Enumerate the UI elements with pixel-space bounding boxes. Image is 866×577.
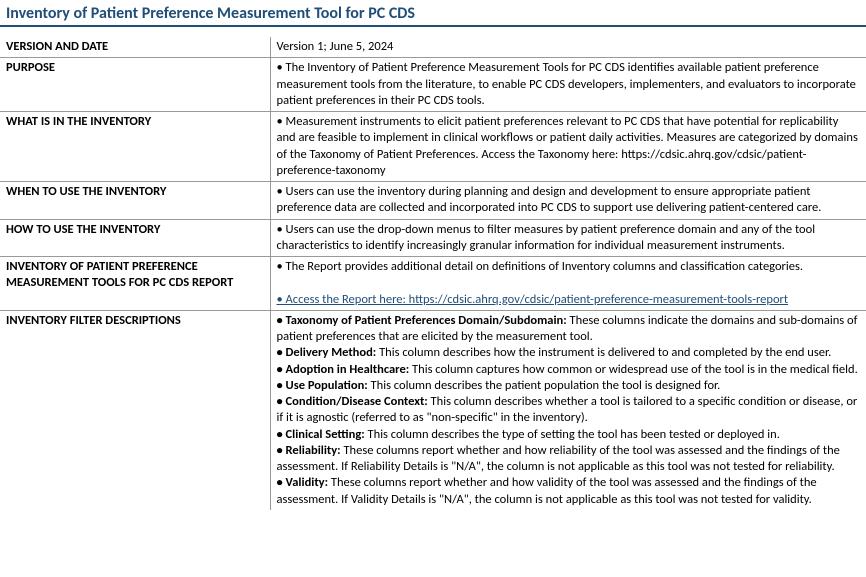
filter-item-clinical: • Clinical Setting: This column describe… [277,427,861,443]
bullet-text: • Users can use the inventory during pla… [277,184,822,215]
row-value-filters: • Taxonomy of Patient Preferences Domain… [270,310,866,510]
filter-item-taxonomy: • Taxonomy of Patient Preferences Domain… [277,313,861,346]
filter-term: • Taxonomy of Patient Preferences Domain… [277,313,567,328]
filter-term: • Reliability: [277,443,341,458]
row-label-how: HOW TO USE THE INVENTORY [0,219,270,257]
filter-item-delivery: • Delivery Method: This column describes… [277,345,861,361]
filter-term: • Clinical Setting: [277,427,365,442]
row-value-when: • Users can use the inventory during pla… [270,182,866,220]
filter-term: • Validity: [277,475,329,490]
page-title: Inventory of Patient Preference Measurem… [0,0,866,27]
document-table: VERSION AND DATE Version 1; June 5, 2024… [0,37,866,510]
filter-item-reliability: • Reliability: These columns report whet… [277,443,861,476]
filter-term: • Adoption in Healthcare: [277,362,410,377]
row-label-version: VERSION AND DATE [0,37,270,58]
filter-desc: This column describes the patient popula… [368,378,721,393]
row-value-what: • Measurement instruments to elicit pati… [270,112,866,182]
bullet-text: • The Report provides additional detail … [277,259,804,274]
row-label-filters: INVENTORY FILTER DESCRIPTIONS [0,310,270,510]
filter-term: • Use Population: [277,378,368,393]
row-label-report: INVENTORY OF PATIENT PREFERENCE MEASUREM… [0,257,270,311]
row-label-purpose: PURPOSE [0,58,270,112]
filter-desc: This column describes how the instrument… [376,345,831,360]
row-value-purpose: • The Inventory of Patient Preference Me… [270,58,866,112]
bullet-text: • The Inventory of Patient Preference Me… [277,60,856,108]
row-label-what: WHAT IS IN THE INVENTORY [0,112,270,182]
filter-item-condition: • Condition/Disease Context: This column… [277,394,861,427]
filter-desc: This column describes the type of settin… [365,427,780,442]
row-value-version: Version 1; June 5, 2024 [270,37,866,58]
bullet-text: • Users can use the drop-down menus to f… [277,222,816,253]
report-link[interactable]: • Access the Report here: https://cdsic.… [277,292,789,307]
filter-term: • Condition/Disease Context: [277,394,428,409]
row-value-report: • The Report provides additional detail … [270,257,866,311]
filter-item-adoption: • Adoption in Healthcare: This column ca… [277,362,861,378]
filter-item-usepop: • Use Population: This column describes … [277,378,861,394]
row-label-when: WHEN TO USE THE INVENTORY [0,182,270,220]
filter-desc: These columns report whether and how rel… [277,443,840,474]
filter-desc: This column captures how common or wides… [409,362,858,377]
row-value-how: • Users can use the drop-down menus to f… [270,219,866,257]
bullet-text: • Measurement instruments to elicit pati… [277,114,858,178]
filter-term: • Delivery Method: [277,345,377,360]
filter-item-validity: • Validity: These columns report whether… [277,475,861,508]
filter-desc: These columns report whether and how val… [277,475,817,506]
